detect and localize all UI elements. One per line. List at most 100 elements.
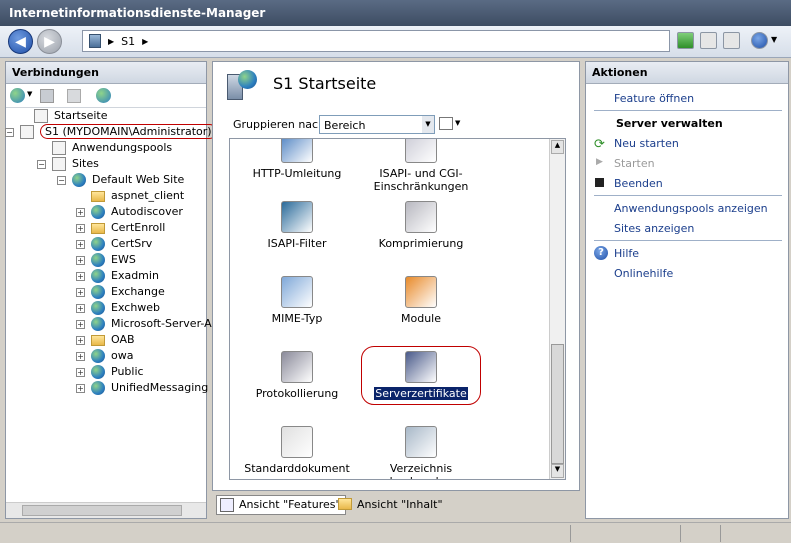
tree-item-label: CertEnroll: [111, 221, 166, 234]
tree-item-label: aspnet_client: [111, 189, 185, 202]
stop-link[interactable]: Beenden: [614, 177, 663, 190]
tree-item[interactable]: − Sites: [37, 156, 99, 172]
globe-icon: [91, 381, 105, 395]
start-link[interactable]: Starten: [614, 157, 655, 170]
address-bar[interactable]: ▶ S1 ▶: [82, 30, 670, 52]
expand-icon[interactable]: +: [76, 384, 85, 393]
feature-default-doc[interactable]: Standarddokument: [242, 426, 352, 475]
disconnect-icon[interactable]: [96, 88, 111, 103]
tree-item[interactable]: + Exchange: [76, 284, 165, 300]
restart-link[interactable]: Neu starten: [614, 137, 679, 150]
expand-icon[interactable]: +: [76, 352, 85, 361]
chevron-down-icon[interactable]: ▼: [455, 119, 460, 127]
feature-certificates[interactable]: Serverzertifikate: [361, 346, 481, 405]
connect-icon[interactable]: [10, 88, 25, 103]
collapse-icon[interactable]: −: [5, 128, 14, 137]
chevron-down-icon[interactable]: ▼: [422, 116, 434, 133]
view-switcher: Ansicht "Features" Ansicht "Inhalt": [212, 495, 580, 517]
tree-item-label: Autodiscover: [111, 205, 183, 218]
view-app-pools-link[interactable]: Anwendungspools anzeigen: [614, 202, 768, 215]
expand-icon[interactable]: +: [76, 224, 85, 233]
home-icon[interactable]: [723, 32, 740, 49]
feature-mime[interactable]: MIME-Typ: [242, 276, 352, 325]
tree-item[interactable]: + EWS: [76, 252, 136, 268]
feature-label: Komprimierung: [378, 237, 464, 250]
tree-item[interactable]: + Autodiscover: [76, 204, 183, 220]
tree-item-label: Public: [111, 365, 144, 378]
tab-content-view[interactable]: Ansicht "Inhalt": [334, 495, 448, 515]
tree-item[interactable]: + Exadmin: [76, 268, 159, 284]
tree-item[interactable]: Anwendungspools: [52, 140, 172, 156]
globe-icon: [91, 365, 105, 379]
mime-icon: [281, 276, 313, 308]
tree-item[interactable]: + Microsoft-Server-Ac: [76, 316, 218, 332]
help-icon[interactable]: [751, 32, 768, 49]
tree-item[interactable]: + CertSrv: [76, 236, 152, 252]
tree-item[interactable]: + owa: [76, 348, 133, 364]
start-icon: ▶: [596, 157, 603, 167]
stop-icon[interactable]: [700, 32, 717, 49]
collapse-icon[interactable]: −: [57, 176, 66, 185]
feature-isapi-filter[interactable]: ISAPI-Filter: [242, 201, 352, 250]
logging-icon: [281, 351, 313, 383]
feature-compression[interactable]: Komprimierung: [366, 201, 476, 250]
refresh-icon[interactable]: [677, 32, 694, 49]
horizontal-scrollbar[interactable]: [6, 502, 206, 518]
up-icon[interactable]: [67, 89, 81, 103]
forward-button[interactable]: ▶: [37, 29, 62, 54]
online-help-link[interactable]: Onlinehilfe: [614, 267, 673, 280]
view-sites-link[interactable]: Sites anzeigen: [614, 222, 694, 235]
chevron-down-icon[interactable]: ▼: [27, 90, 32, 98]
globe-icon: [91, 205, 105, 219]
tree-item-label: OAB: [111, 333, 135, 346]
tree-item[interactable]: + OAB: [76, 332, 135, 348]
vertical-scrollbar[interactable]: ▲ ▼: [549, 139, 565, 479]
expand-icon[interactable]: +: [76, 336, 85, 345]
expand-icon[interactable]: +: [76, 304, 85, 313]
feature-label: ISAPI-Filter: [267, 237, 327, 250]
address-segment[interactable]: S1: [121, 35, 135, 48]
expand-icon[interactable]: +: [76, 240, 85, 249]
apppool-icon: [52, 141, 66, 155]
group-by-select[interactable]: Bereich ▼: [319, 115, 435, 134]
feature-label: MIME-Typ: [271, 312, 323, 325]
feature-dir-browse[interactable]: Verzeichnis durchsuchen: [366, 426, 476, 479]
feature-label: Verzeichnis durchsuchen: [386, 462, 457, 479]
back-button[interactable]: ◀: [8, 29, 33, 54]
open-feature-link[interactable]: Feature öffnen: [614, 92, 694, 105]
globe-icon: [91, 349, 105, 363]
tree-item-label: Sites: [72, 157, 99, 170]
expand-icon[interactable]: +: [76, 208, 85, 217]
expand-icon[interactable]: +: [76, 256, 85, 265]
tree-item[interactable]: + CertEnroll: [76, 220, 166, 236]
view-icon[interactable]: [439, 117, 453, 130]
tree-item[interactable]: − Default Web Site: [57, 172, 184, 188]
tree-item[interactable]: + UnifiedMessaging: [76, 380, 208, 396]
help-link[interactable]: Hilfe: [614, 247, 639, 260]
tree-item[interactable]: Startseite: [34, 108, 108, 124]
features-panel: HTTP-Umleitung ISAPI- und CGI-Einschränku…: [229, 138, 566, 480]
connections-tree[interactable]: Startseite − S1 (MYDOMAIN\Administrator) An…: [5, 108, 218, 488]
chevron-down-icon[interactable]: ▼: [771, 35, 777, 44]
tree-item[interactable]: + Exchweb: [76, 300, 160, 316]
save-icon[interactable]: [40, 89, 54, 103]
expand-icon[interactable]: +: [76, 288, 85, 297]
window-title: Internetinformationsdienste-Manager: [0, 0, 791, 26]
certificates-icon: [405, 351, 437, 383]
tree-item-label: EWS: [111, 253, 136, 266]
expand-icon[interactable]: +: [76, 320, 85, 329]
tree-item[interactable]: − S1 (MYDOMAIN\Administrator): [5, 124, 217, 140]
expand-icon[interactable]: +: [76, 368, 85, 377]
connections-header: Verbindungen: [6, 62, 206, 84]
tab-features-view[interactable]: Ansicht "Features": [216, 495, 346, 515]
tree-item[interactable]: aspnet_client: [91, 188, 184, 204]
redirect-icon: [281, 139, 313, 163]
feature-isapi-cgi[interactable]: ISAPI- und CGI-Einschränkungen: [366, 139, 476, 193]
expand-icon[interactable]: +: [76, 272, 85, 281]
feature-logging[interactable]: Protokollierung: [242, 351, 352, 400]
feature-redirect[interactable]: HTTP-Umleitung: [242, 139, 352, 180]
collapse-icon[interactable]: −: [37, 160, 46, 169]
feature-modules[interactable]: Module: [366, 276, 476, 325]
tree-item[interactable]: + Public: [76, 364, 144, 380]
feature-label: Module: [401, 312, 441, 325]
